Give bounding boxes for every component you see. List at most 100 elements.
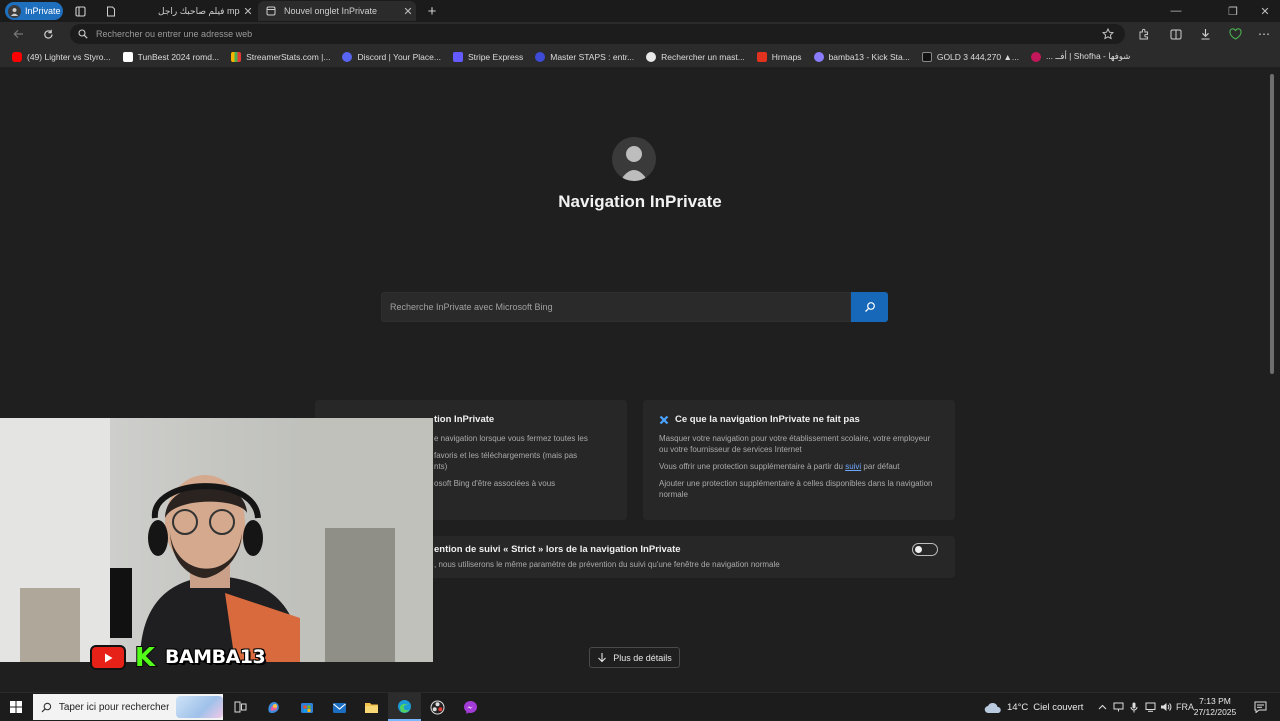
- extensions-icon[interactable]: [1132, 22, 1156, 46]
- clock-time: 7:13 PM: [1199, 696, 1231, 706]
- network-icon[interactable]: [1110, 693, 1126, 721]
- tab-1-title: فيلم صاحبك راجل mp4.2: [158, 5, 240, 16]
- close-window-icon[interactable]: ✕: [1250, 0, 1280, 22]
- display-icon[interactable]: [1142, 693, 1158, 721]
- tab-2-close-icon[interactable]: ✕: [400, 5, 416, 18]
- webcam-image: [0, 418, 433, 662]
- tracking-link[interactable]: suivi: [845, 462, 861, 471]
- tab-1-close-icon[interactable]: ✕: [240, 5, 256, 18]
- microsoft-store-icon[interactable]: [290, 693, 323, 721]
- address-bar[interactable]: [70, 24, 1125, 44]
- bookmark-favicon-icon: [921, 51, 932, 62]
- weather-temp: 14°C: [1007, 701, 1029, 713]
- search-highlight-icon: [175, 696, 223, 718]
- inprivate-avatar-icon: [612, 137, 656, 181]
- bookmark-item[interactable]: Master STAPS : entr...: [529, 47, 640, 67]
- messenger-icon[interactable]: [454, 693, 487, 721]
- bookmark-item[interactable]: Discord | Your Place...: [336, 47, 446, 67]
- clock-date: 27/12/2025: [1193, 707, 1237, 717]
- refresh-button[interactable]: [37, 22, 59, 46]
- more-details-button[interactable]: Plus de détails: [589, 647, 680, 668]
- restore-icon[interactable]: ❐: [1218, 0, 1248, 22]
- kick-logo-letter: K: [135, 643, 156, 671]
- favorite-star-icon[interactable]: [1096, 22, 1120, 46]
- profile-avatar-icon: [8, 4, 21, 18]
- weather-widget[interactable]: 14°C Ciel couvert: [984, 693, 1083, 721]
- bookmark-favicon-icon: [756, 51, 767, 62]
- bing-search-input[interactable]: [390, 302, 850, 312]
- windows-logo-icon: [10, 701, 22, 713]
- taskbar-search-box[interactable]: [33, 694, 223, 720]
- bookmark-item[interactable]: GOLD 3 444,270 ▲...: [916, 47, 1025, 67]
- browser-essentials-icon[interactable]: [1223, 22, 1247, 46]
- bookmark-favicon-icon: [646, 51, 657, 62]
- back-button[interactable]: [7, 22, 29, 46]
- bookmark-favicon-icon: [122, 51, 133, 62]
- tab-1[interactable]: فيلم صاحبك راجل mp4.2 ✕: [150, 1, 256, 21]
- card-right-line-2: Vous offrir une protection supplémentair…: [659, 462, 900, 471]
- volume-icon[interactable]: [1158, 693, 1174, 721]
- bing-search-box[interactable]: [381, 292, 851, 322]
- downloads-icon[interactable]: [1193, 22, 1217, 46]
- scrollbar-thumb[interactable]: [1270, 74, 1274, 374]
- taskbar-search-input[interactable]: [58, 701, 169, 713]
- new-tab-button[interactable]: +: [421, 0, 443, 22]
- card-left-title: tion InPrivate: [434, 414, 495, 425]
- weather-desc: Ciel couvert: [1033, 701, 1084, 713]
- bookmark-favicon-icon: [12, 51, 22, 62]
- cloud-icon: [984, 702, 1001, 713]
- split-screen-icon[interactable]: [1164, 22, 1188, 46]
- tab-strip: InPrivate فيلم صاحبك راجل mp4.2 ✕ Nouvel…: [0, 0, 1280, 22]
- bookmark-item[interactable]: Rechercher un mast...: [640, 47, 751, 67]
- tab-2-page-icon: [266, 6, 284, 16]
- bookmark-item[interactable]: TunBest 2024 romd...: [117, 47, 225, 67]
- tab-actions-icon[interactable]: [69, 0, 91, 22]
- webcam-overlay: [0, 418, 433, 662]
- tab-2-title: Nouvel onglet InPrivate: [284, 6, 378, 16]
- bookmark-item[interactable]: Hrmaps: [751, 47, 808, 67]
- more-options-icon[interactable]: ⋯: [1252, 22, 1276, 46]
- mail-icon[interactable]: [323, 693, 356, 721]
- bookmark-favicon-icon: [535, 51, 546, 62]
- bookmark-favicon-icon: [342, 51, 353, 62]
- bookmark-item[interactable]: bamba13 - Kick Sta...: [808, 47, 916, 67]
- toolbar: ⋯: [0, 22, 1280, 46]
- card-right-line: Ajouter une protection supplémentaire à …: [659, 479, 933, 499]
- page-title: Navigation InPrivate: [558, 192, 722, 211]
- address-input[interactable]: [96, 29, 1125, 39]
- bookmark-favicon-icon: [1030, 51, 1041, 62]
- bookmark-favicon-icon: [452, 51, 463, 62]
- microphone-icon[interactable]: [1126, 693, 1142, 721]
- inprivate-does-not-card: Ce que la navigation InPrivate ne fait p…: [643, 400, 955, 520]
- notification-center-icon[interactable]: [1248, 693, 1272, 721]
- card-right-line: Masquer votre navigation pour votre étab…: [659, 434, 931, 454]
- copilot-icon[interactable]: [257, 693, 290, 721]
- file-explorer-icon[interactable]: [355, 693, 388, 721]
- bookmark-item[interactable]: (49) Lighter vs Styro...: [6, 47, 117, 67]
- inprivate-label: InPrivate: [25, 6, 61, 16]
- minimize-icon[interactable]: —: [1161, 0, 1191, 22]
- tab-2[interactable]: Nouvel onglet InPrivate ✕: [258, 1, 416, 21]
- streamer-name: BAMBA13: [165, 646, 266, 668]
- cross-icon: [659, 415, 669, 424]
- more-details-label: Plus de détails: [613, 652, 672, 663]
- bookmark-item[interactable]: ... أفــ | Shofha - شوفها: [1025, 47, 1136, 67]
- task-view-icon[interactable]: [224, 693, 257, 721]
- youtube-logo-icon: [90, 645, 126, 670]
- obs-icon[interactable]: [421, 693, 454, 721]
- strict-tracking-toggle[interactable]: [912, 543, 938, 556]
- workspaces-icon[interactable]: [100, 0, 122, 22]
- windows-taskbar: 14°C Ciel couvert FRA 7:13 PM 27/12/2025: [0, 692, 1280, 721]
- edge-browser-icon[interactable]: [388, 693, 421, 721]
- card-right-title: Ce que la navigation InPrivate ne fait p…: [675, 414, 860, 425]
- system-clock[interactable]: 7:13 PM 27/12/2025: [1190, 696, 1240, 718]
- taskbar-search-icon: [41, 702, 52, 712]
- bookmark-item[interactable]: Stripe Express: [447, 47, 529, 67]
- start-button[interactable]: [0, 693, 32, 721]
- kick-logo-icon: K: [134, 643, 157, 671]
- tray-chevron-up-icon[interactable]: [1094, 693, 1110, 721]
- arrow-down-icon: [598, 653, 607, 663]
- inprivate-profile-button[interactable]: InPrivate: [5, 2, 63, 20]
- bookmark-item[interactable]: StreamerStats.com |...: [225, 47, 336, 67]
- bing-search-button[interactable]: [851, 292, 888, 322]
